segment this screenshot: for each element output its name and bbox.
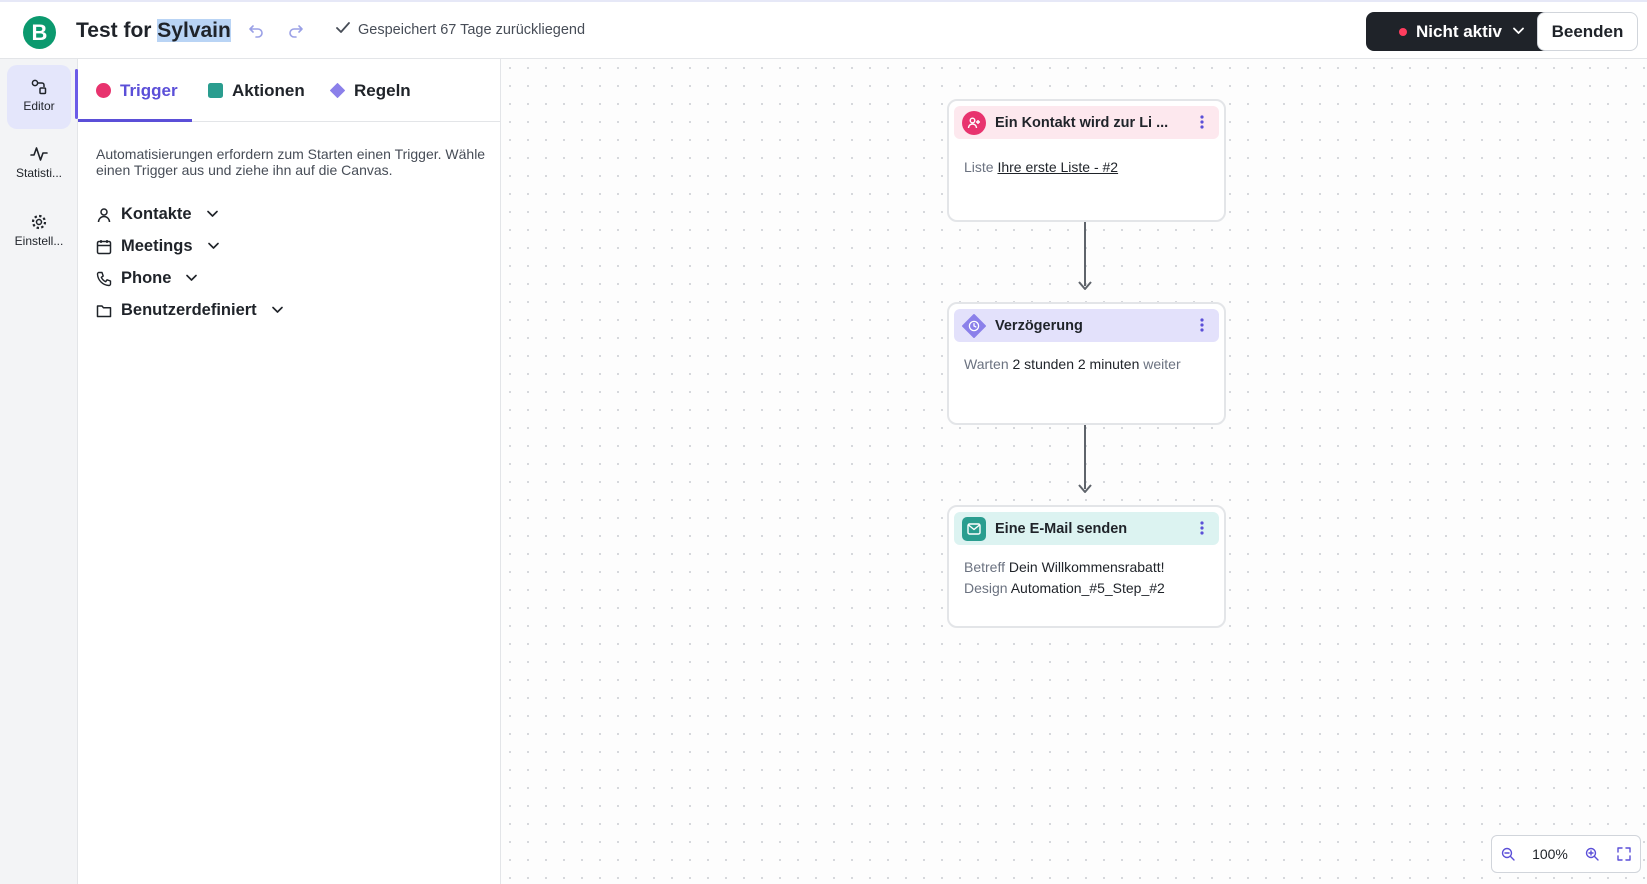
zoom-level: 100% [1532,846,1568,862]
trigger-node[interactable]: Ein Kontakt wird zur Li ... Liste Ihre e… [947,99,1226,222]
zoom-out-icon[interactable] [1500,846,1516,862]
tab-actions[interactable]: Aktionen [208,59,305,122]
wait-duration: 2 stunden 2 minuten [1012,356,1140,372]
zoom-control: 100% [1491,835,1641,873]
rule-diamond-icon [330,83,345,98]
chevron-down-icon [207,241,219,253]
node-header[interactable]: Ein Kontakt wird zur Li ... [954,106,1219,139]
check-icon [336,22,352,38]
title-prefix[interactable]: Test for [76,19,157,42]
zoom-in-icon[interactable] [1584,846,1600,862]
more-options-icon[interactable] [1199,521,1205,537]
node-body: Liste Ihre erste Liste - #2 [964,157,1214,178]
category-label: Phone [121,269,172,287]
tab-label: Aktionen [232,80,305,100]
save-status-text: Gespeichert 67 Tage zurückliegend [358,22,586,38]
tab-rules[interactable]: Regeln [330,59,411,122]
wait-suffix: weiter [1139,356,1181,372]
more-options-icon[interactable] [1199,318,1205,334]
list-label: Liste [964,159,998,175]
title-highlight[interactable]: Sylvain [157,19,231,42]
rail-item-label: Editor [23,99,55,113]
chevron-down-icon [186,273,198,285]
category-phone[interactable]: Phone [96,269,198,288]
status-button-label: Nicht aktiv [1416,21,1502,41]
gear-icon [30,213,48,231]
user-add-icon [962,110,986,135]
chevron-down-icon [1513,26,1524,38]
activity-icon [30,145,48,163]
node-title: Verzögerung [995,317,1083,334]
category-label: Meetings [121,237,193,255]
wait-label: Warten [964,356,1013,372]
undo-icon[interactable] [246,22,266,42]
tab-trigger[interactable]: Trigger [96,59,178,122]
user-icon [96,207,112,223]
subject-label: Betreff [964,559,1009,575]
phone-icon [96,271,112,287]
trigger-circle-icon [96,83,111,98]
mail-icon [962,516,986,541]
node-title: Eine E-Mail senden [995,520,1128,537]
rail-item-editor[interactable]: Editor [7,65,71,129]
action-square-icon [208,83,223,98]
more-options-icon[interactable] [1199,115,1205,131]
tab-label: Regeln [354,80,411,100]
workflow-canvas[interactable]: Ein Kontakt wird zur Li ... Liste Ihre e… [501,59,1647,884]
chevron-down-icon [271,305,283,317]
fit-screen-icon[interactable] [1616,846,1632,862]
folder-icon [96,303,112,319]
category-label: Benutzerdefiniert [121,301,257,319]
save-status: Gespeichert 67 Tage zurückliegend [336,22,585,38]
arrow-down-icon [1078,484,1092,493]
node-body: Warten 2 stunden 2 minuten weiter [964,354,1214,375]
trigger-description: Automatisierungen erfordern zum Starten … [96,146,486,178]
category-custom[interactable]: Benutzerdefiniert [96,301,283,320]
node-header[interactable]: Eine E-Mail senden [954,512,1219,545]
node-line: Design Automation_#5_Step_#2 [964,578,1214,599]
panel-tabs: Trigger Aktionen Regeln [78,59,501,122]
design-value: Automation_#5_Step_#2 [1010,580,1165,596]
rail-item-statistics[interactable]: Statisti... [7,132,71,196]
category-meetings[interactable]: Meetings [96,237,219,256]
connector-line [1084,222,1086,286]
node-line: Betreff Dein Willkommensrabatt! [964,557,1214,578]
design-label: Design [964,580,1011,596]
editor-icon [30,78,48,96]
left-rail: Editor Statisti... Einstell... [0,59,78,884]
brand-logo[interactable]: B [23,16,56,49]
redo-icon[interactable] [286,22,306,42]
tab-label: Trigger [120,80,178,100]
automation-title[interactable]: Test for Sylvain [76,19,231,43]
status-dot-icon [1399,27,1407,36]
category-contacts[interactable]: Kontakte [96,205,218,224]
active-tab-underline [78,119,192,122]
node-title: Ein Kontakt wird zur Li ... [995,114,1169,131]
chevron-down-icon [206,209,218,221]
list-link[interactable]: Ihre erste Liste - #2 [997,159,1118,175]
rail-item-settings[interactable]: Einstell... [7,200,71,264]
send-email-node[interactable]: Eine E-Mail senden Betreff Dein Willkomm… [947,505,1226,628]
node-body: Betreff Dein Willkommensrabatt! Design A… [964,557,1214,599]
node-line: Warten 2 stunden 2 minuten weiter [964,354,1214,375]
arrow-down-icon [1078,281,1092,290]
subject-value: Dein Willkommensrabatt! [1008,559,1165,575]
delay-node[interactable]: Verzögerung Warten 2 stunden 2 minuten w… [947,302,1226,425]
top-bar: B Test for Sylvain Gespeichert 67 Tage z… [0,0,1647,59]
rail-item-label: Einstell... [14,234,64,248]
node-line: Liste Ihre erste Liste - #2 [964,157,1214,178]
node-header[interactable]: Verzögerung [954,309,1219,342]
connector-line [1084,425,1086,489]
rail-item-label: Statisti... [15,166,62,180]
activation-status-button[interactable]: Nicht aktiv [1366,12,1557,51]
end-button[interactable]: Beenden [1537,12,1638,51]
calendar-icon [96,239,112,255]
clock-icon [962,313,986,338]
category-label: Kontakte [121,205,192,223]
trigger-panel: Trigger Aktionen Regeln Automatisierunge… [78,59,501,884]
